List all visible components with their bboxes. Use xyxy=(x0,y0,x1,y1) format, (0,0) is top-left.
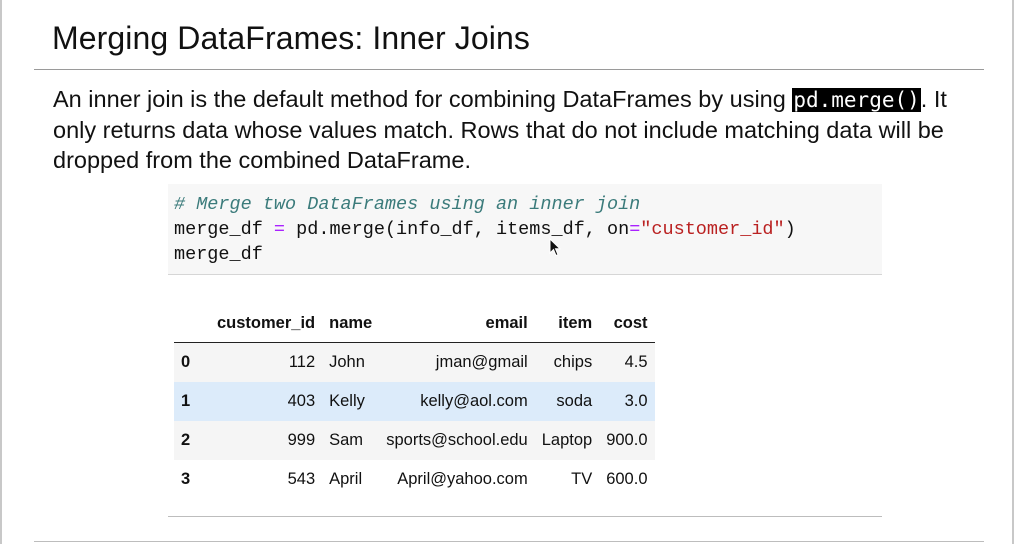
row-index: 1 xyxy=(181,392,191,410)
cell-cost: 600.0 xyxy=(606,470,648,488)
inline-code-pd-merge: pd.merge() xyxy=(792,88,921,112)
row-index: 2 xyxy=(181,431,191,449)
code-line-output: merge_df xyxy=(174,244,263,265)
code-string: "customer_id" xyxy=(640,219,785,240)
cell-name: Sam xyxy=(329,431,364,449)
table-row: 1 403 Kelly kelly@aol.com soda 3.0 xyxy=(174,382,655,421)
cell-item: TV xyxy=(571,470,593,488)
slide-title: Merging DataFrames: Inner Joins xyxy=(52,20,530,56)
column-header-index xyxy=(174,304,210,343)
column-header-email: email xyxy=(379,304,535,343)
mouse-cursor-icon xyxy=(549,238,561,257)
cell-customer-id: 403 xyxy=(287,392,316,410)
title-divider xyxy=(34,69,984,70)
cell-cost: 4.5 xyxy=(624,353,648,371)
code-close-paren: ) xyxy=(784,219,796,240)
code-assign-operator: = xyxy=(273,219,286,240)
cell-name: Kelly xyxy=(329,392,365,410)
table-row: 2 999 Sam sports@school.edu Laptop 900.0 xyxy=(174,421,655,460)
column-header-cost: cost xyxy=(599,304,655,343)
code-var: merge_df xyxy=(174,219,274,240)
code-call: pd.merge(info_df, items_df, on xyxy=(285,219,630,240)
dataframe-table: customer_id name email item cost 0 112 J… xyxy=(174,304,655,499)
cell-cost: 3.0 xyxy=(624,392,648,410)
table-row: 3 543 April April@yahoo.com TV 600.0 xyxy=(174,460,655,499)
cell-customer-id: 543 xyxy=(287,470,316,488)
column-header-customer-id: customer_id xyxy=(210,304,323,343)
column-header-item: item xyxy=(534,304,600,343)
intro-paragraph: An inner join is the default method for … xyxy=(53,84,988,175)
cell-name: John xyxy=(329,353,365,371)
row-index: 3 xyxy=(181,470,191,488)
cell-item: chips xyxy=(553,353,593,371)
cell-email: jman@gmail xyxy=(435,353,528,371)
code-kwarg-operator: = xyxy=(629,219,641,240)
cell-email: kelly@aol.com xyxy=(420,392,528,410)
cell-name: April xyxy=(329,470,363,488)
cell-customer-id: 999 xyxy=(287,431,316,449)
output-divider xyxy=(168,516,882,517)
cell-customer-id: 112 xyxy=(288,353,316,371)
row-index: 0 xyxy=(181,353,191,371)
cell-email: April@yahoo.com xyxy=(397,470,528,488)
table-row: 0 112 John jman@gmail chips 4.5 xyxy=(174,342,655,382)
column-header-name: name xyxy=(322,304,380,343)
bottom-divider xyxy=(34,541,984,542)
cell-cost: 900.0 xyxy=(606,431,648,449)
cell-item: Laptop xyxy=(541,431,593,449)
code-line-merge: merge_df = pd.merge(info_df, items_df, o… xyxy=(174,219,796,240)
intro-text-start: An inner join is the default method for … xyxy=(53,86,793,112)
cell-email: sports@school.edu xyxy=(386,431,528,449)
cell-item: soda xyxy=(556,392,593,410)
slide-left-border xyxy=(0,0,2,544)
code-cell[interactable]: # Merge two DataFrames using an inner jo… xyxy=(168,184,882,275)
code-block: # Merge two DataFrames using an inner jo… xyxy=(174,192,796,267)
code-comment: # Merge two DataFrames using an inner jo… xyxy=(174,194,641,215)
table-header-row: customer_id name email item cost xyxy=(174,304,655,343)
